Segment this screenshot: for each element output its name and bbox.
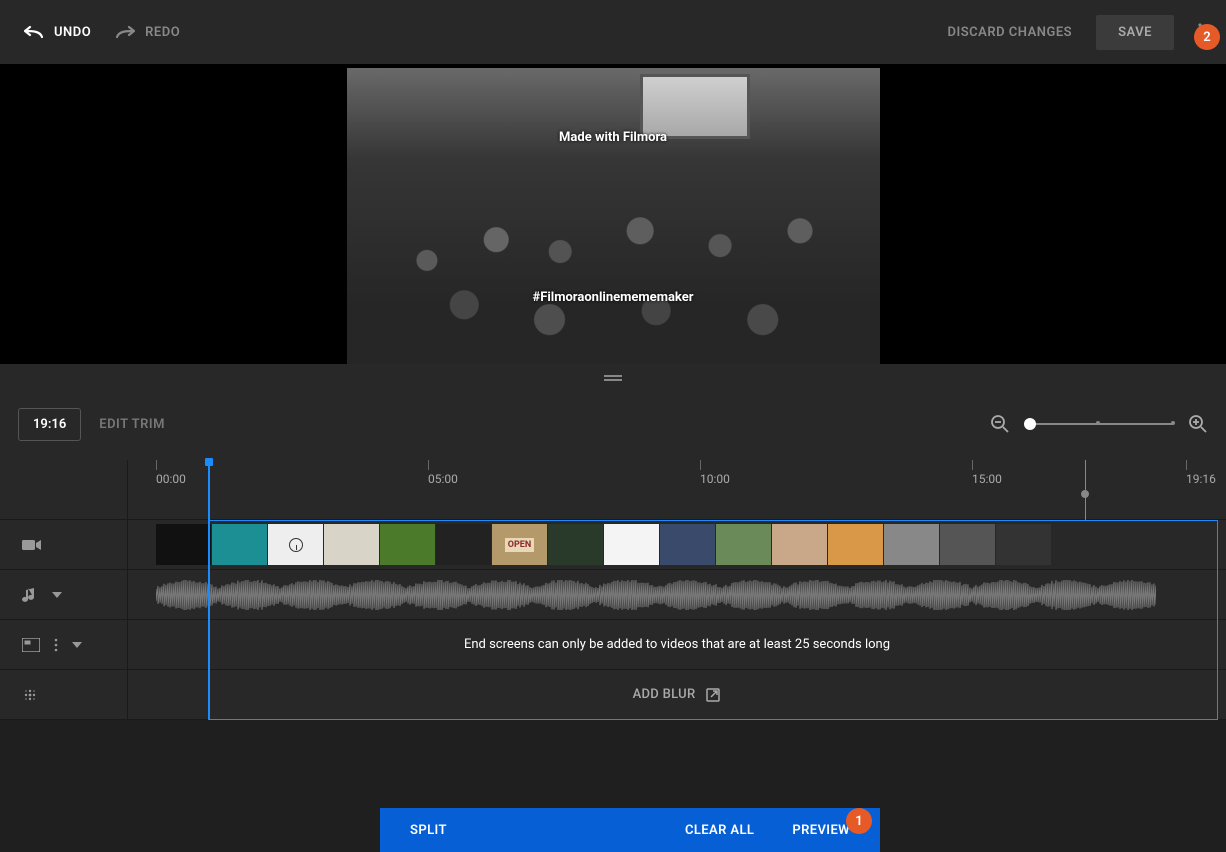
split-button[interactable]: SPLIT (410, 823, 447, 838)
annotation-badge-1: 1 (846, 808, 872, 834)
endscreen-track-icon (22, 638, 40, 652)
undo-button[interactable]: UNDO (24, 25, 91, 40)
save-button[interactable]: SAVE (1096, 15, 1174, 50)
open-external-icon (705, 687, 721, 703)
annotation-badge-2: 2 (1194, 24, 1220, 50)
timeline-controls: 19:16 EDIT TRIM (0, 388, 1226, 460)
undo-icon (24, 25, 44, 39)
zoom-in-icon[interactable] (1188, 414, 1208, 434)
discard-label: DISCARD CHANGES (948, 25, 1073, 40)
blur-track-icon (22, 687, 38, 703)
video-thumbnail[interactable] (212, 524, 267, 565)
ruler-tick: 00:00 (156, 472, 186, 486)
video-track: OPEN (0, 520, 1226, 570)
selection-start-handle[interactable] (208, 460, 210, 720)
video-thumbnail[interactable] (324, 524, 379, 565)
video-preview-stage: Made with Filmora #Filmoraonlinemememake… (0, 64, 1226, 364)
redo-button[interactable]: REDO (115, 25, 180, 40)
clear-all-button[interactable]: CLEAR ALL (685, 823, 754, 838)
edit-trim-button[interactable]: EDIT TRIM (99, 417, 165, 432)
video-thumbnail[interactable] (436, 524, 491, 565)
video-track-icon (22, 538, 42, 552)
audio-track-icon (22, 586, 38, 604)
video-thumbnail[interactable] (548, 524, 603, 565)
video-thumbnail[interactable] (772, 524, 827, 565)
endscreen-message: End screens can only be added to videos … (128, 620, 1226, 669)
add-blur-button[interactable]: ADD BLUR (128, 670, 1226, 719)
video-thumbnail[interactable] (380, 524, 435, 565)
discard-changes-button[interactable]: DISCARD CHANGES (948, 25, 1073, 40)
video-thumbnail[interactable] (940, 524, 995, 565)
video-frame[interactable]: Made with Filmora #Filmoraonlinemememake… (347, 68, 880, 364)
timeline-ruler[interactable]: 00:00 05:00 10:00 15:00 19:16 (0, 460, 1226, 520)
video-thumbnail[interactable] (604, 524, 659, 565)
video-thumbnail[interactable] (660, 524, 715, 565)
redo-icon (115, 25, 135, 39)
undo-label: UNDO (54, 25, 91, 40)
video-thumbnail[interactable] (716, 524, 771, 565)
waveform (156, 580, 1156, 610)
video-thumbnail[interactable] (156, 524, 211, 565)
audio-track (0, 570, 1226, 620)
chevron-down-icon[interactable] (72, 642, 82, 648)
ruler-tick: 15:00 (972, 472, 1002, 486)
zoom-out-icon[interactable] (990, 414, 1010, 434)
ruler-tick: 05:00 (428, 472, 458, 486)
timeline: 00:00 05:00 10:00 15:00 19:16 OPEN (0, 460, 1226, 720)
watermark-top: Made with Filmora (559, 130, 667, 145)
current-time[interactable]: 19:16 (18, 408, 81, 441)
more-vert-icon[interactable] (54, 638, 58, 652)
playhead-handle[interactable] (1081, 490, 1089, 498)
zoom-slider[interactable] (1024, 423, 1174, 425)
blur-track: ADD BLUR (0, 670, 1226, 720)
save-label: SAVE (1118, 25, 1152, 40)
endscreen-track: End screens can only be added to videos … (0, 620, 1226, 670)
bottom-action-bar: SPLIT CLEAR ALL PREVIEW (380, 808, 880, 852)
redo-label: REDO (145, 25, 180, 40)
drag-handle-icon[interactable] (604, 375, 622, 377)
video-thumbnail[interactable] (884, 524, 939, 565)
video-thumbnail[interactable] (268, 524, 323, 565)
video-thumbnail[interactable] (828, 524, 883, 565)
ruler-tick: 10:00 (700, 472, 730, 486)
panel-resize-row (0, 364, 1226, 388)
ruler-tick: 19:16 (1186, 472, 1216, 486)
chevron-down-icon[interactable] (52, 592, 62, 598)
video-thumbnail[interactable] (996, 524, 1051, 565)
watermark-bottom: #Filmoraonlinemememaker (532, 290, 693, 305)
topbar: UNDO REDO DISCARD CHANGES SAVE (0, 0, 1226, 64)
video-thumbnail[interactable]: OPEN (492, 524, 547, 565)
preview-button[interactable]: PREVIEW (792, 823, 850, 838)
